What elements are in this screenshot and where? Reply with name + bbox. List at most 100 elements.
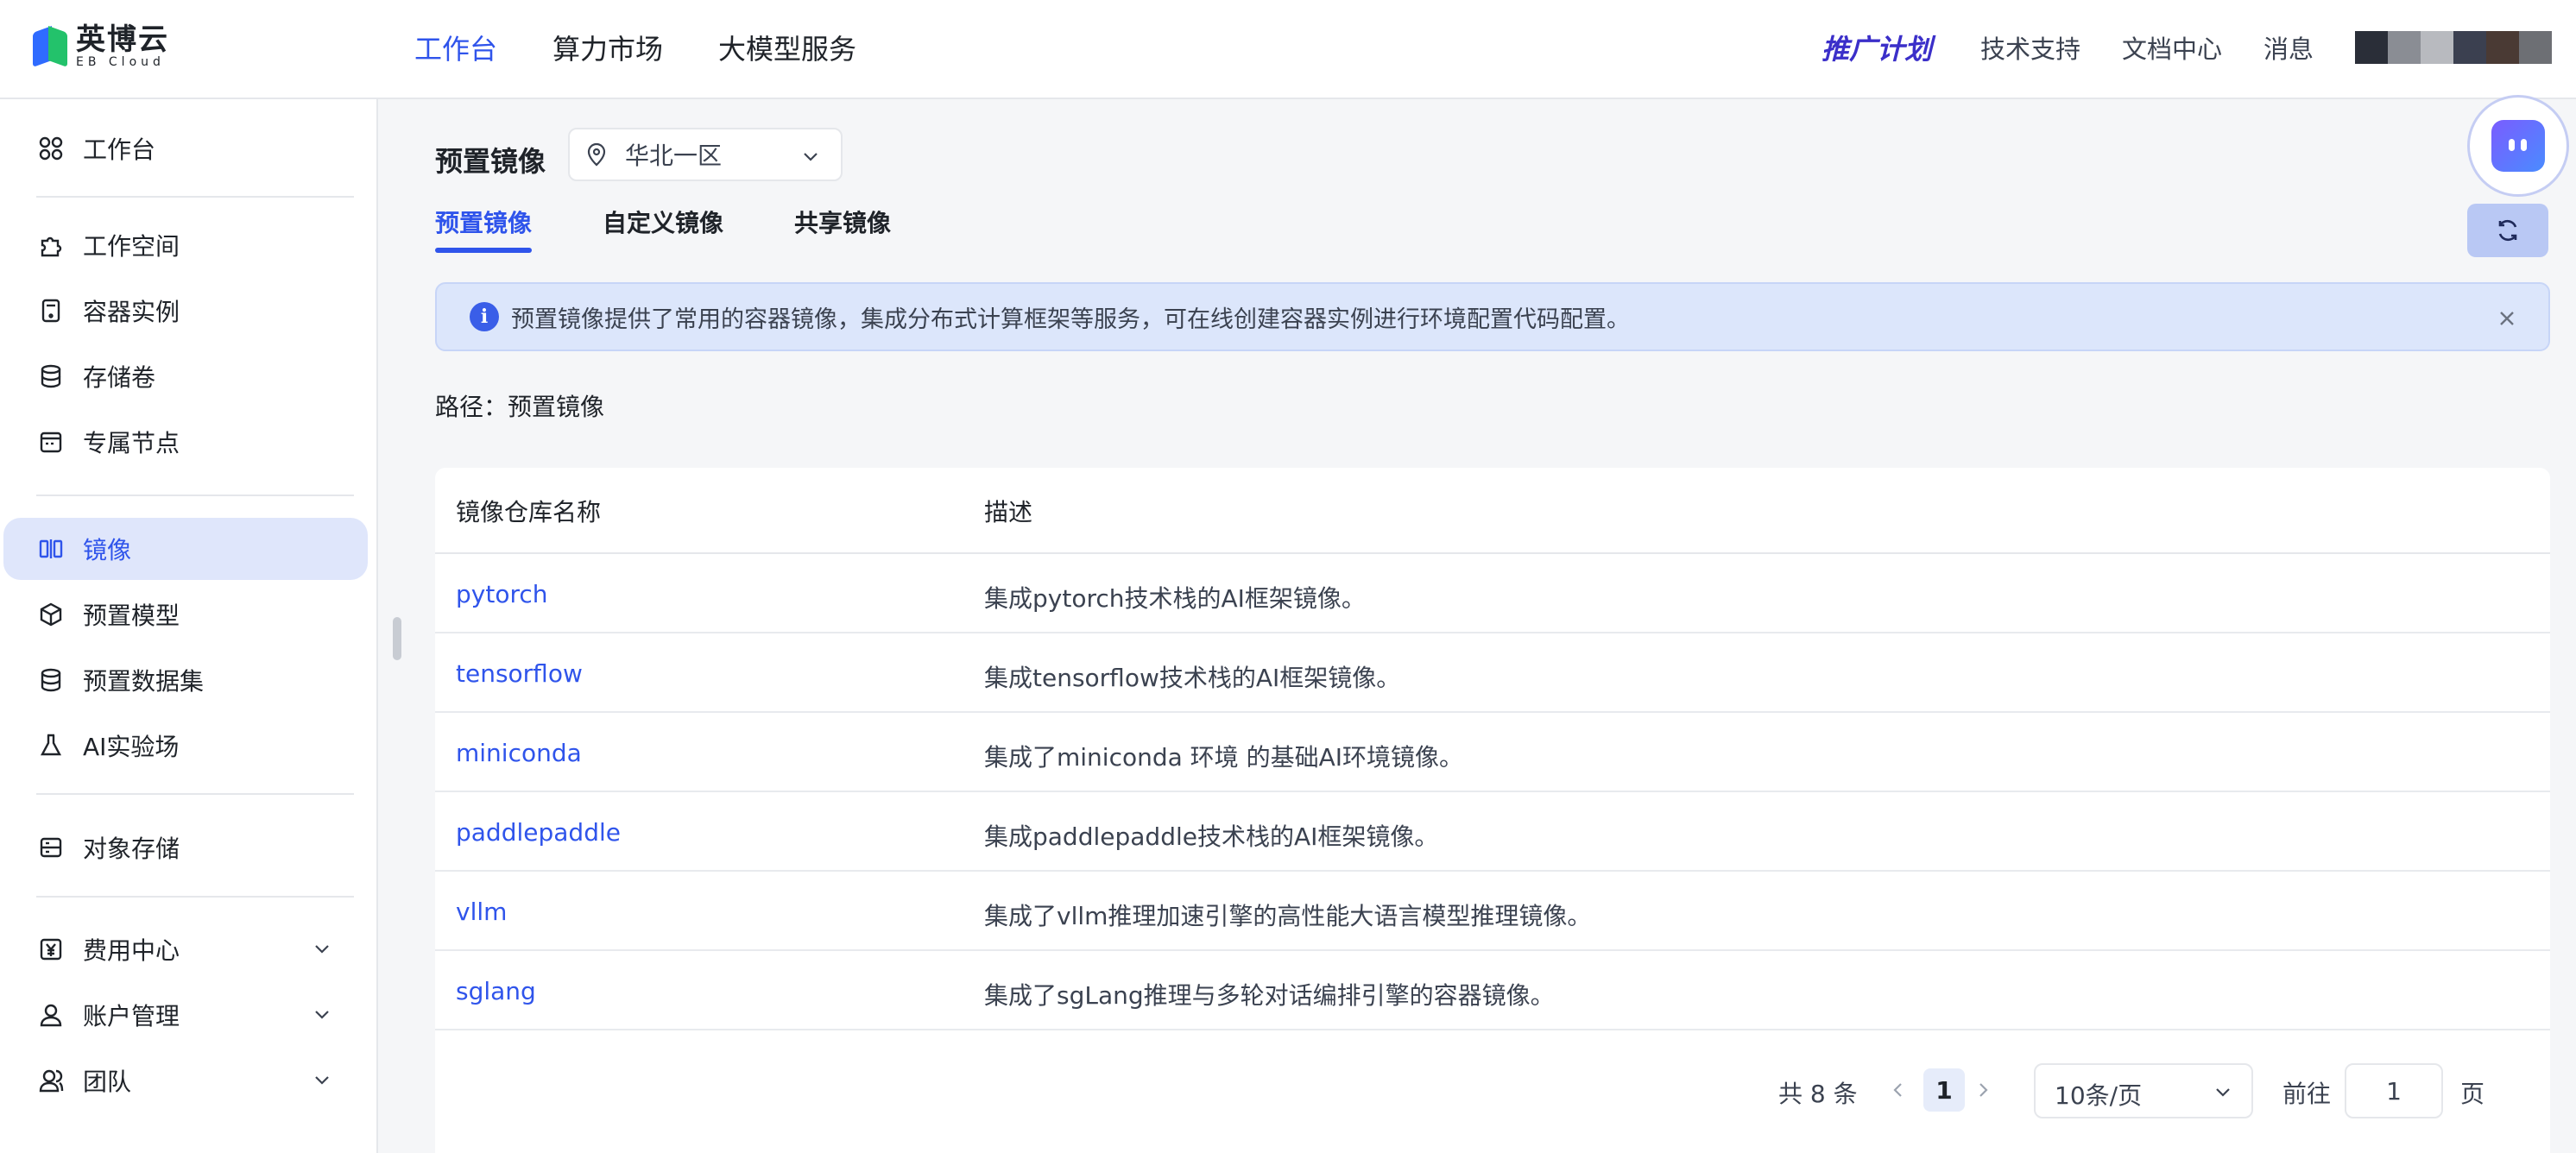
messages-link[interactable]: 消息 [2263,29,2314,66]
sidebar-item-model[interactable]: 预置模型 [3,583,368,646]
user-icon [38,1002,64,1028]
goto-page-input[interactable] [2345,1063,2443,1118]
promo-link[interactable]: 推广计划 [1822,28,1932,67]
user-avatar[interactable] [2355,31,2552,64]
chevron-left-icon[interactable] [1887,1079,1910,1101]
divider [36,896,354,898]
table-row: sglang 集成了sgLang推理与多轮对话编排引擎的容器镜像。 [435,951,2550,1030]
repo-link[interactable]: pytorch [456,580,548,608]
region-select[interactable]: 华北一区 [568,128,843,181]
sidebar-item-dataset[interactable]: 预置数据集 [3,649,368,711]
sidebar-item-account[interactable]: 账户管理 [3,984,368,1046]
sidebar-item-label: 预置模型 [83,602,180,630]
bucket-icon [38,835,64,860]
column-header-desc: 描述 [984,498,1033,526]
sidebar-item-workbench[interactable]: 工作台 [3,117,368,180]
logo-icon [33,24,67,69]
sidebar-item-node[interactable]: 专属节点 [3,411,368,473]
image-tabs: 预置镜像 自定义镜像 共享镜像 [435,205,891,256]
sidebar-item-storage[interactable]: 存储卷 [3,345,368,407]
grid-icon [38,135,64,161]
sidebar-item-label: 预置数据集 [83,667,205,696]
sidebar-item-object-storage[interactable]: 对象存储 [3,816,368,879]
page-title: 预置镜像 [435,145,546,178]
page-size-value: 10条/页 [2055,1081,2143,1110]
sidebar-item-label: 存储卷 [83,363,156,392]
repo-desc: 集成pytorch技术栈的AI框架镜像。 [984,584,1366,613]
top-header: 英博云 EB Cloud 工作台 算力市场 大模型服务 推广计划 技术支持 文档… [0,0,2576,99]
tab-preset-images[interactable]: 预置镜像 [435,205,533,253]
repo-link[interactable]: miniconda [456,739,582,767]
chevron-right-icon[interactable] [1972,1079,1994,1101]
sidebar-item-container[interactable]: 容器实例 [3,280,368,342]
sidebar-item-label: 镜像 [83,536,132,564]
cube-icon [38,602,64,627]
repo-link[interactable]: paddlepaddle [456,818,621,847]
sidebar-item-label: 专属节点 [83,429,180,457]
refresh-button[interactable] [2467,204,2548,257]
topnav-compute-market[interactable]: 算力市场 [552,28,663,67]
goto-label: 前往 [2282,1080,2332,1108]
sidebar-item-label: 账户管理 [83,1002,180,1030]
tab-shared-images[interactable]: 共享镜像 [794,205,891,253]
breadcrumb: 路径：预置镜像 [435,393,605,421]
sidebar-item-label: 工作空间 [83,232,180,261]
repo-desc: 集成了miniconda 环境 的基础AI环境镜像。 [984,743,1463,772]
sidebar-item-team[interactable]: 团队 [3,1049,368,1112]
divider [36,495,354,496]
table-header: 镜像仓库名称 描述 [435,468,2550,554]
image-table: 镜像仓库名称 描述 pytorch 集成pytorch技术栈的AI框架镜像。 t… [435,468,2550,1153]
sidebar-item-ailab[interactable]: AI实验场 [3,715,368,777]
current-page[interactable]: 1 [1923,1068,1965,1112]
sidebar-item-image[interactable]: 镜像 [3,518,368,580]
image-icon [38,536,64,562]
repo-desc: 集成了vllm推理加速引擎的高性能大语言模型推理镜像。 [984,902,1592,930]
topnav-llm-service[interactable]: 大模型服务 [718,28,856,67]
alert-text: 预置镜像提供了常用的容器镜像，集成分布式计算框架等服务，可在线创建容器实例进行环… [511,306,1630,333]
robot-icon [2491,120,2545,172]
sidebar-item-workspace[interactable]: 工作空间 [3,214,368,276]
refresh-icon [2498,219,2517,242]
support-link[interactable]: 技术支持 [1980,29,2080,66]
sidebar-item-label: 工作台 [83,135,156,164]
flask-icon [38,733,64,759]
sidebar-item-label: 对象存储 [83,835,180,863]
table-row: pytorch 集成pytorch技术栈的AI框架镜像。 [435,554,2550,633]
yen-icon [38,936,64,962]
docs-link[interactable]: 文档中心 [2122,29,2222,66]
location-pin-icon [587,142,606,167]
chevron-down-icon [2216,1088,2230,1097]
topnav-workbench[interactable]: 工作台 [414,28,497,67]
chevron-down-icon [315,1076,329,1085]
table-row: miniconda 集成了miniconda 环境 的基础AI环境镜像。 [435,713,2550,792]
sidebar-item-label: AI实验场 [83,733,180,761]
puzzle-icon [38,232,64,258]
table-row: tensorflow 集成tensorflow技术栈的AI框架镜像。 [435,633,2550,713]
repo-link[interactable]: sglang [456,977,536,1005]
brand-logo[interactable]: 英博云 EB Cloud [33,22,169,71]
page-size-select[interactable]: 10条/页 [2034,1063,2253,1118]
brand-name-en: EB Cloud [76,55,165,69]
info-icon: i [470,302,499,331]
main-content: 预置镜像 华北一区 预置镜像 自定义镜像 共享镜像 i 预置镜像提供了常用的容器… [380,99,2576,1153]
team-icon [38,1068,64,1093]
calendar-icon [38,429,64,455]
table-row: vllm 集成了vllm推理加速引擎的高性能大语言模型推理镜像。 [435,872,2550,951]
pagination: 共 8 条 1 10条/页 前往 页 [435,1063,2550,1118]
brand-name: 英博云 [76,22,169,57]
repo-link[interactable]: tensorflow [456,659,583,688]
sidebar-item-label: 费用中心 [83,936,180,965]
divider [36,793,354,795]
repo-desc: 集成paddlepaddle技术栈的AI框架镜像。 [984,822,1439,851]
region-value: 华北一区 [625,142,723,170]
assistant-bot-button[interactable] [2467,95,2569,197]
chevron-down-icon [315,1011,329,1019]
total-count: 共 8 条 [1778,1080,1858,1108]
close-icon[interactable] [2495,306,2519,331]
tab-custom-images[interactable]: 自定义镜像 [603,205,723,253]
chevron-down-icon [315,945,329,954]
column-header-name: 镜像仓库名称 [456,498,602,526]
repo-link[interactable]: vllm [456,898,507,926]
table-row: paddlepaddle 集成paddlepaddle技术栈的AI框架镜像。 [435,792,2550,872]
sidebar-item-billing[interactable]: 费用中心 [3,918,368,980]
